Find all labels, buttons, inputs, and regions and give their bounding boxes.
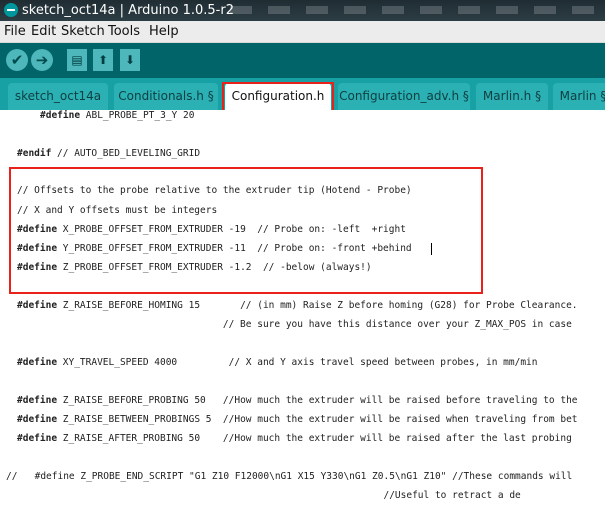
document-icon: ▤ — [71, 53, 83, 67]
code-line: //Useful to retract a de — [6, 490, 521, 501]
menu-help[interactable]: Help — [149, 23, 179, 40]
window-title: sketch_oct14a | Arduino 1.0.5-r2 — [22, 3, 234, 18]
code-line: #define Z_RAISE_AFTER_PROBING 50 //How m… — [17, 433, 572, 444]
code-editor[interactable]: #define ABL_PROBE_PT_3_Y 20 #endif // AU… — [0, 110, 605, 525]
verify-button[interactable]: ✔ — [6, 49, 28, 71]
probe-offset-highlight — [9, 167, 483, 294]
menu-edit[interactable]: Edit — [31, 23, 56, 40]
code-line: #define Z_RAISE_BETWEEN_PROBINGS 5 //How… — [17, 414, 578, 425]
code-line: // Be sure you have this distance over y… — [17, 319, 572, 330]
upload-button[interactable]: ➔ — [31, 49, 53, 71]
code-line: #define ABL_PROBE_PT_3_Y 20 — [40, 110, 195, 121]
code-line: #define Z_RAISE_BEFORE_HOMING 15 // (in … — [17, 300, 578, 311]
open-button[interactable]: ⬆ — [93, 49, 113, 71]
tab-sketch-oct14a[interactable]: sketch_oct14a — [8, 83, 108, 110]
text-caret — [431, 243, 432, 255]
menu-file[interactable]: File — [4, 23, 26, 40]
new-button[interactable]: ▤ — [67, 49, 87, 71]
arrow-up-icon: ⬆ — [97, 53, 109, 67]
code-line: #define Z_RAISE_BEFORE_PROBING 50 //How … — [17, 395, 578, 406]
title-bar-blur — [230, 6, 600, 14]
tab-configuration-adv[interactable]: Configuration_adv.h § — [338, 83, 470, 110]
toolbar: ✔ ➔ ▤ ⬆ ⬇ — [0, 43, 605, 78]
menu-tools[interactable]: Tools — [108, 23, 140, 40]
code-line: #endif // AUTO_BED_LEVELING_GRID — [17, 148, 201, 159]
tab-marlin[interactable]: Marlin § — [553, 83, 605, 110]
check-icon: ✔ — [10, 51, 24, 69]
code-line: // #define Z_PROBE_END_SCRIPT "G1 Z10 F1… — [6, 471, 573, 482]
code-line: #define XY_TRAVEL_SPEED 4000 // X and Y … — [17, 357, 538, 368]
arrow-down-icon: ⬇ — [124, 53, 136, 67]
save-button[interactable]: ⬇ — [120, 49, 140, 71]
tab-conditionals[interactable]: Conditionals.h § — [114, 83, 218, 110]
menu-sketch[interactable]: Sketch — [61, 23, 105, 40]
arrow-right-icon: ➔ — [35, 51, 49, 69]
tab-marlin-h[interactable]: Marlin.h § — [476, 83, 548, 110]
menu-bar: File Edit Sketch Tools Help — [0, 21, 605, 43]
title-bar: sketch_oct14a | Arduino 1.0.5-r2 — [0, 0, 605, 21]
arduino-logo-icon — [4, 3, 18, 17]
